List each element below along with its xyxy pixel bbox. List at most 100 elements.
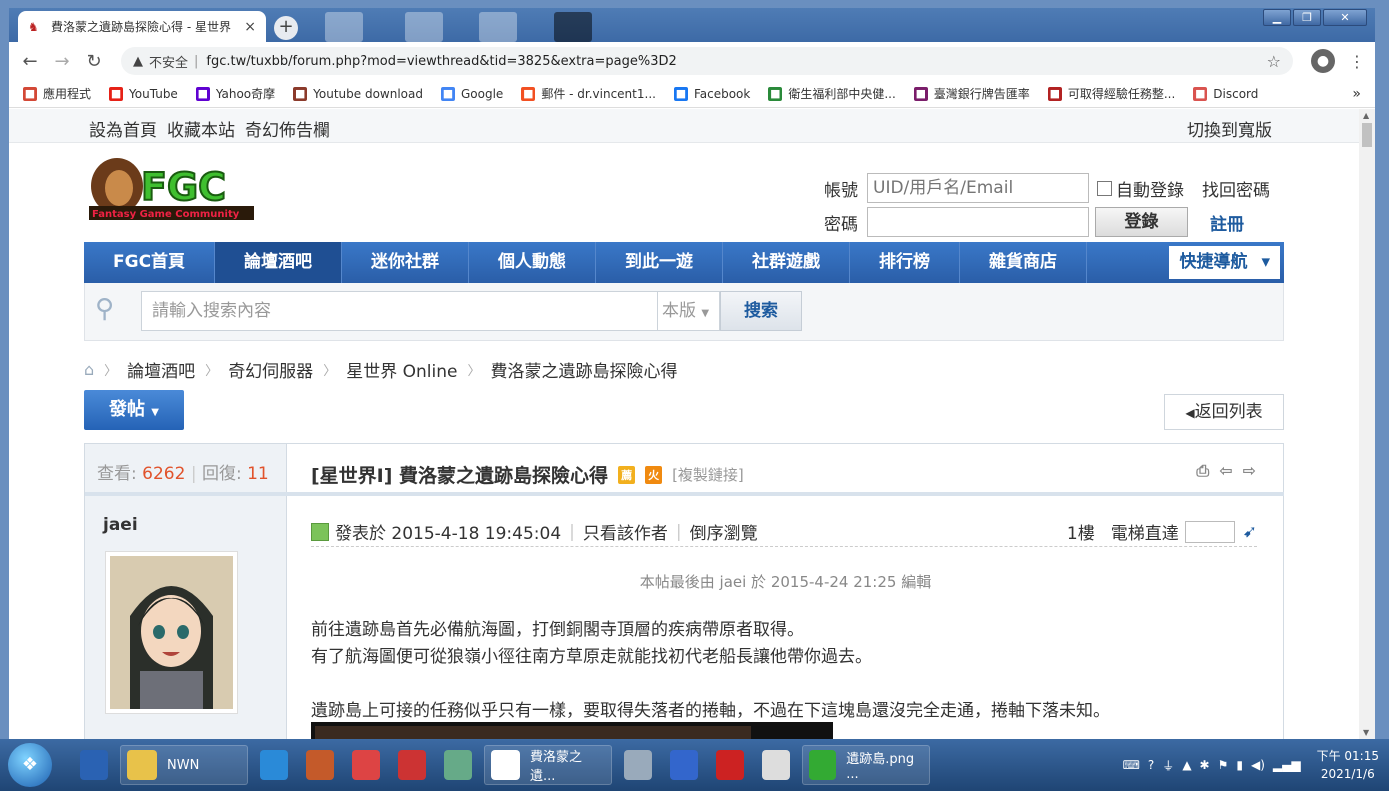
scroll-thumb[interactable] bbox=[1362, 123, 1372, 147]
post-image[interactable] bbox=[311, 722, 833, 739]
wide-mode-link[interactable]: 切換到寬版 bbox=[1187, 116, 1272, 141]
browser-tab[interactable]: ♞ 費洛蒙之遺跡島探險心得 - 星世界 × bbox=[18, 11, 266, 42]
nav-item[interactable]: 社群遊戲 bbox=[723, 242, 851, 283]
tray-expand-icon[interactable]: ▲ bbox=[1182, 758, 1191, 772]
battery-icon[interactable]: ▮ bbox=[1236, 758, 1243, 772]
search-button[interactable]: 搜索 bbox=[720, 291, 802, 331]
taskbar-item[interactable] bbox=[300, 745, 340, 785]
nav-item[interactable]: 論壇酒吧 bbox=[215, 242, 343, 283]
only-author-link[interactable]: 只看該作者 bbox=[583, 519, 668, 544]
forgot-password-link[interactable]: 找回密碼 bbox=[1202, 176, 1270, 201]
keyboard-icon[interactable]: ⌨ bbox=[1123, 758, 1140, 772]
new-tab-button[interactable]: + bbox=[274, 16, 298, 40]
taskbar-item[interactable] bbox=[346, 745, 386, 785]
profile-avatar-icon[interactable]: ● bbox=[1311, 49, 1335, 73]
taskbar-item[interactable] bbox=[664, 745, 704, 785]
author-name[interactable]: jaei bbox=[103, 515, 138, 535]
taskbar-item[interactable] bbox=[618, 745, 658, 785]
fgc-favicon-icon: ♞ bbox=[28, 19, 39, 34]
taskbar-item[interactable]: 遺跡島.png ... bbox=[802, 745, 930, 785]
nav-item[interactable]: 個人動態 bbox=[469, 242, 597, 283]
forward-arrow-icon[interactable]: → bbox=[51, 51, 73, 72]
minimize-button[interactable]: ▁ bbox=[1263, 9, 1291, 26]
bluetooth-icon[interactable]: ✱ bbox=[1200, 758, 1210, 772]
checkbox-box bbox=[1097, 180, 1112, 196]
bookmark-item[interactable]: ■ Yahoo奇摩 bbox=[195, 85, 275, 102]
bookmark-item[interactable]: ■ 應用程式 bbox=[23, 85, 91, 102]
bookmarks-overflow-icon[interactable]: » bbox=[1352, 86, 1361, 102]
bookmark-item[interactable]: ■ Facebook bbox=[673, 86, 750, 101]
nav-item[interactable]: 迷你社群 bbox=[342, 242, 470, 283]
stopwatch-icon bbox=[716, 750, 744, 780]
usb-icon[interactable]: ⏚ bbox=[1162, 757, 1174, 774]
search-input[interactable]: 請輸入搜索內容 bbox=[141, 291, 658, 331]
prev-thread-icon[interactable]: ⇦ bbox=[1219, 461, 1232, 481]
back-to-list-button[interactable]: ◀返回列表 bbox=[1164, 394, 1284, 430]
search-scope-select[interactable]: 本版 ▼ bbox=[658, 291, 720, 331]
taskbar-item[interactable]: NWN bbox=[120, 745, 248, 785]
bookmark-item[interactable]: ■ 衛生福利部中央健... bbox=[768, 85, 896, 102]
reload-icon[interactable]: ↻ bbox=[83, 51, 105, 72]
nav-item[interactable]: 雜貨商店 bbox=[960, 242, 1088, 283]
password-input[interactable] bbox=[867, 207, 1089, 237]
fgc-logo[interactable]: FGC Fantasy Game Community bbox=[89, 154, 254, 224]
bookmark-item[interactable]: ■ 可取得經驗任務整... bbox=[1047, 85, 1175, 102]
restore-button[interactable]: ❐ bbox=[1293, 9, 1321, 26]
taskbar-item[interactable] bbox=[392, 745, 432, 785]
scroll-up-icon[interactable]: ▲ bbox=[1363, 111, 1369, 120]
breadcrumb-item[interactable]: 費洛蒙之遺跡島探險心得 bbox=[490, 357, 677, 382]
page-scrollbar[interactable]: ▲ ▼ bbox=[1359, 109, 1375, 739]
bookmark-item[interactable]: ■ Google bbox=[440, 86, 503, 101]
breadcrumb-item[interactable]: 奇幻伺服器 bbox=[228, 357, 313, 382]
volume-icon[interactable]: ◀) bbox=[1251, 758, 1265, 772]
bookmark-item[interactable]: ■ YouTube bbox=[109, 86, 178, 101]
quick-nav-button[interactable]: 快捷導航 ▾ bbox=[1169, 246, 1280, 279]
scroll-down-icon[interactable]: ▼ bbox=[1363, 728, 1369, 737]
taskbar-item[interactable] bbox=[710, 745, 750, 785]
register-link[interactable]: 註冊 bbox=[1210, 210, 1244, 235]
account-label: 帳號 bbox=[824, 180, 858, 201]
print-icon[interactable]: ⎙ bbox=[1196, 461, 1209, 481]
start-button[interactable]: ❖ bbox=[8, 743, 52, 787]
elevator-input[interactable] bbox=[1184, 520, 1235, 543]
bookmark-star-icon[interactable]: ☆ bbox=[1267, 52, 1281, 71]
address-bar[interactable]: ▲ 不安全 | fgc.tw/tuxbb/forum.php?mod=viewt… bbox=[121, 47, 1293, 75]
taskbar-item[interactable] bbox=[438, 745, 478, 785]
copy-link[interactable]: [複製鏈接] bbox=[672, 464, 744, 485]
back-arrow-icon[interactable]: ← bbox=[19, 51, 41, 72]
taskbar-item[interactable] bbox=[756, 745, 796, 785]
breadcrumb-item[interactable]: 論壇酒吧 bbox=[127, 357, 195, 382]
breadcrumb-separator-icon: 〉 bbox=[205, 364, 219, 379]
clock[interactable]: 下午 01:15 2021/1/6 bbox=[1317, 747, 1379, 783]
top-link[interactable]: 收藏本站 bbox=[167, 116, 235, 141]
nav-item[interactable]: FGC首頁 bbox=[84, 242, 216, 283]
new-post-button[interactable]: 發帖 ▼ bbox=[84, 390, 184, 430]
taskbar-item[interactable]: 費洛蒙之遺... bbox=[484, 745, 612, 785]
kebab-menu-icon[interactable]: ⋮ bbox=[1349, 52, 1365, 71]
avatar[interactable] bbox=[105, 551, 238, 714]
help-icon[interactable]: ? bbox=[1148, 758, 1154, 772]
taskbar-item[interactable] bbox=[74, 745, 114, 785]
bookmark-item[interactable]: ■ 臺灣銀行牌告匯率 bbox=[913, 85, 1030, 102]
top-link[interactable]: 設為首頁 bbox=[89, 116, 157, 141]
auto-login-checkbox[interactable]: 自動登錄 bbox=[1097, 176, 1184, 201]
tab-close-icon[interactable]: × bbox=[244, 19, 256, 35]
home-icon[interactable]: ⌂ bbox=[84, 360, 94, 379]
login-button[interactable]: 登錄 bbox=[1095, 207, 1188, 237]
bookmark-item[interactable]: ■ Discord bbox=[1193, 86, 1258, 101]
taskbar-item[interactable] bbox=[254, 745, 294, 785]
breadcrumb-item[interactable]: 星世界 Online bbox=[346, 357, 457, 382]
close-window-button[interactable]: ✕ bbox=[1323, 9, 1367, 26]
nav-item[interactable]: 到此一遊 bbox=[596, 242, 724, 283]
network-icon[interactable]: ▂▄▆ bbox=[1273, 758, 1301, 772]
elevator-go-icon[interactable]: ➹ bbox=[1243, 522, 1257, 542]
post-body: 前往遺跡島首先必備航海圖，打倒銅閣寺頂層的疾病帶原者取得。 有了航海圖便可從狼嶺小… bbox=[311, 617, 1110, 725]
account-input[interactable] bbox=[867, 173, 1089, 203]
bookmark-item[interactable]: ■ Youtube download bbox=[293, 86, 423, 101]
top-link[interactable]: 奇幻佈告欄 bbox=[245, 116, 330, 141]
reverse-order-link[interactable]: 倒序瀏覽 bbox=[690, 519, 758, 544]
bookmark-item[interactable]: ■ 郵件 - dr.vincent1... bbox=[521, 85, 656, 102]
next-thread-icon[interactable]: ⇨ bbox=[1243, 461, 1256, 481]
flag-icon[interactable]: ⚑ bbox=[1218, 758, 1229, 772]
nav-item[interactable]: 排行榜 bbox=[850, 242, 961, 283]
